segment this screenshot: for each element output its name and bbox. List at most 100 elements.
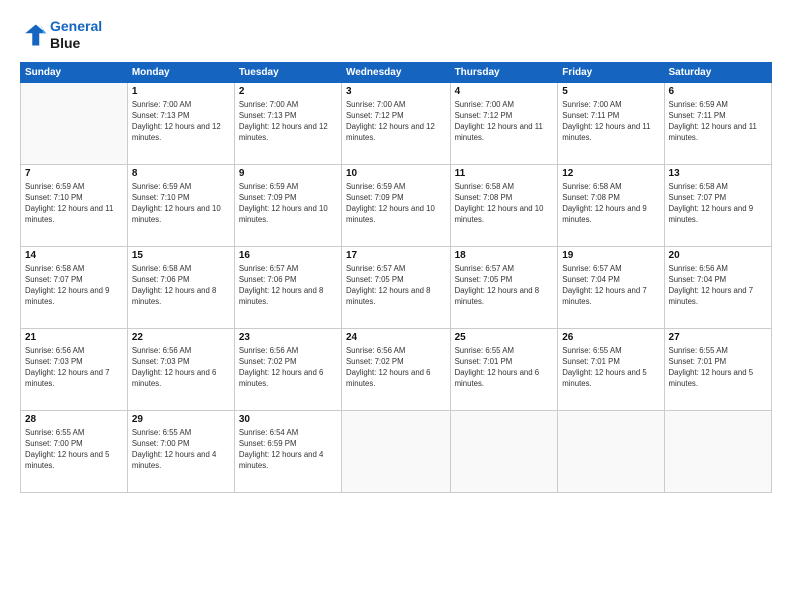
calendar-cell: 14 Sunrise: 6:58 AMSunset: 7:07 PMDayligh… bbox=[21, 246, 128, 328]
day-info: Sunrise: 6:58 AMSunset: 7:06 PMDaylight:… bbox=[132, 263, 230, 308]
day-number: 19 bbox=[562, 250, 659, 261]
day-info: Sunrise: 6:55 AMSunset: 7:01 PMDaylight:… bbox=[562, 345, 659, 390]
day-info: Sunrise: 6:58 AMSunset: 7:08 PMDaylight:… bbox=[562, 181, 659, 226]
day-number: 30 bbox=[239, 414, 337, 425]
day-info: Sunrise: 6:56 AMSunset: 7:03 PMDaylight:… bbox=[132, 345, 230, 390]
day-number: 2 bbox=[239, 86, 337, 97]
day-number: 18 bbox=[455, 250, 554, 261]
calendar-cell bbox=[558, 410, 664, 492]
logo: General Blue bbox=[20, 18, 102, 52]
day-number: 3 bbox=[346, 86, 446, 97]
day-number: 25 bbox=[455, 332, 554, 343]
day-info: Sunrise: 6:55 AMSunset: 7:01 PMDaylight:… bbox=[669, 345, 767, 390]
day-info: Sunrise: 7:00 AMSunset: 7:11 PMDaylight:… bbox=[562, 99, 659, 144]
day-info: Sunrise: 7:00 AMSunset: 7:12 PMDaylight:… bbox=[346, 99, 446, 144]
calendar-cell: 6Sunrise: 6:59 AMSunset: 7:11 PMDaylight… bbox=[664, 82, 771, 164]
page: General Blue SundayMondayTuesdayWednesda… bbox=[0, 0, 792, 612]
day-info: Sunrise: 6:59 AMSunset: 7:09 PMDaylight:… bbox=[239, 181, 337, 226]
day-number: 4 bbox=[455, 86, 554, 97]
day-info: Sunrise: 6:57 AMSunset: 7:06 PMDaylight:… bbox=[239, 263, 337, 308]
calendar-cell: 1 Sunrise: 7:00 AMSunset: 7:13 PMDaylight… bbox=[127, 82, 234, 164]
day-number: 13 bbox=[669, 168, 767, 179]
calendar-week-row: 28 Sunrise: 6:55 AMSunset: 7:00 PMDayligh… bbox=[21, 410, 772, 492]
calendar-cell: 27 Sunrise: 6:55 AMSunset: 7:01 PMDayligh… bbox=[664, 328, 771, 410]
calendar-cell: 9 Sunrise: 6:59 AMSunset: 7:09 PMDaylight… bbox=[234, 164, 341, 246]
logo-line1: General bbox=[50, 18, 102, 35]
day-number: 9 bbox=[239, 168, 337, 179]
weekday-header: Wednesday bbox=[341, 62, 450, 82]
calendar-cell: 5 Sunrise: 7:00 AMSunset: 7:11 PMDaylight… bbox=[558, 82, 664, 164]
calendar-cell: 16 Sunrise: 6:57 AMSunset: 7:06 PMDayligh… bbox=[234, 246, 341, 328]
day-number: 1 bbox=[132, 86, 230, 97]
day-info: Sunrise: 6:56 AMSunset: 7:02 PMDaylight:… bbox=[346, 345, 446, 390]
logo-text: General Blue bbox=[50, 18, 102, 52]
day-number: 16 bbox=[239, 250, 337, 261]
calendar-cell bbox=[21, 82, 128, 164]
day-number: 15 bbox=[132, 250, 230, 261]
day-info: Sunrise: 6:59 AMSunset: 7:10 PMDaylight:… bbox=[25, 181, 123, 226]
day-info: Sunrise: 7:00 AMSunset: 7:13 PMDaylight:… bbox=[239, 99, 337, 144]
calendar-cell: 20 Sunrise: 6:56 AMSunset: 7:04 PMDayligh… bbox=[664, 246, 771, 328]
calendar-cell: 29 Sunrise: 6:55 AMSunset: 7:00 PMDayligh… bbox=[127, 410, 234, 492]
day-info: Sunrise: 6:59 AMSunset: 7:11 PMDaylight:… bbox=[669, 99, 767, 144]
calendar-week-row: 14 Sunrise: 6:58 AMSunset: 7:07 PMDayligh… bbox=[21, 246, 772, 328]
weekday-header: Saturday bbox=[664, 62, 771, 82]
day-number: 10 bbox=[346, 168, 446, 179]
calendar-cell: 13Sunrise: 6:58 AMSunset: 7:07 PMDayligh… bbox=[664, 164, 771, 246]
day-number: 28 bbox=[25, 414, 123, 425]
calendar-week-row: 7 Sunrise: 6:59 AMSunset: 7:10 PMDaylight… bbox=[21, 164, 772, 246]
day-number: 8 bbox=[132, 168, 230, 179]
day-number: 29 bbox=[132, 414, 230, 425]
calendar-cell bbox=[450, 410, 558, 492]
calendar-cell: 23 Sunrise: 6:56 AMSunset: 7:02 PMDayligh… bbox=[234, 328, 341, 410]
day-number: 11 bbox=[455, 168, 554, 179]
day-info: Sunrise: 6:57 AMSunset: 7:05 PMDaylight:… bbox=[455, 263, 554, 308]
day-info: Sunrise: 7:00 AMSunset: 7:13 PMDaylight:… bbox=[132, 99, 230, 144]
day-number: 22 bbox=[132, 332, 230, 343]
logo-line2: Blue bbox=[50, 35, 102, 52]
day-info: Sunrise: 7:00 AMSunset: 7:12 PMDaylight:… bbox=[455, 99, 554, 144]
calendar-cell: 21 Sunrise: 6:56 AMSunset: 7:03 PMDayligh… bbox=[21, 328, 128, 410]
day-info: Sunrise: 6:56 AMSunset: 7:02 PMDaylight:… bbox=[239, 345, 337, 390]
day-info: Sunrise: 6:59 AMSunset: 7:10 PMDaylight:… bbox=[132, 181, 230, 226]
calendar-cell: 18 Sunrise: 6:57 AMSunset: 7:05 PMDayligh… bbox=[450, 246, 558, 328]
day-number: 21 bbox=[25, 332, 123, 343]
calendar-cell: 25 Sunrise: 6:55 AMSunset: 7:01 PMDayligh… bbox=[450, 328, 558, 410]
day-info: Sunrise: 6:56 AMSunset: 7:03 PMDaylight:… bbox=[25, 345, 123, 390]
weekday-header: Tuesday bbox=[234, 62, 341, 82]
header: General Blue bbox=[20, 18, 772, 52]
day-info: Sunrise: 6:57 AMSunset: 7:05 PMDaylight:… bbox=[346, 263, 446, 308]
day-info: Sunrise: 6:55 AMSunset: 7:00 PMDaylight:… bbox=[25, 427, 123, 472]
day-info: Sunrise: 6:58 AMSunset: 7:07 PMDaylight:… bbox=[25, 263, 123, 308]
calendar-cell: 11Sunrise: 6:58 AMSunset: 7:08 PMDayligh… bbox=[450, 164, 558, 246]
calendar-cell: 12 Sunrise: 6:58 AMSunset: 7:08 PMDayligh… bbox=[558, 164, 664, 246]
day-number: 12 bbox=[562, 168, 659, 179]
calendar-cell: 4 Sunrise: 7:00 AMSunset: 7:12 PMDaylight… bbox=[450, 82, 558, 164]
calendar-cell: 8 Sunrise: 6:59 AMSunset: 7:10 PMDaylight… bbox=[127, 164, 234, 246]
day-info: Sunrise: 6:56 AMSunset: 7:04 PMDaylight:… bbox=[669, 263, 767, 308]
day-number: 23 bbox=[239, 332, 337, 343]
day-info: Sunrise: 6:57 AMSunset: 7:04 PMDaylight:… bbox=[562, 263, 659, 308]
calendar-week-row: 1 Sunrise: 7:00 AMSunset: 7:13 PMDaylight… bbox=[21, 82, 772, 164]
day-number: 27 bbox=[669, 332, 767, 343]
day-info: Sunrise: 6:55 AMSunset: 7:01 PMDaylight:… bbox=[455, 345, 554, 390]
logo-icon bbox=[20, 21, 48, 49]
day-number: 20 bbox=[669, 250, 767, 261]
calendar-cell bbox=[341, 410, 450, 492]
day-info: Sunrise: 6:55 AMSunset: 7:00 PMDaylight:… bbox=[132, 427, 230, 472]
calendar-cell: 22 Sunrise: 6:56 AMSunset: 7:03 PMDayligh… bbox=[127, 328, 234, 410]
calendar-header-row: SundayMondayTuesdayWednesdayThursdayFrid… bbox=[21, 62, 772, 82]
day-number: 7 bbox=[25, 168, 123, 179]
calendar-cell: 24 Sunrise: 6:56 AMSunset: 7:02 PMDayligh… bbox=[341, 328, 450, 410]
calendar-cell: 19 Sunrise: 6:57 AMSunset: 7:04 PMDayligh… bbox=[558, 246, 664, 328]
calendar-cell: 28 Sunrise: 6:55 AMSunset: 7:00 PMDayligh… bbox=[21, 410, 128, 492]
calendar-cell: 2 Sunrise: 7:00 AMSunset: 7:13 PMDaylight… bbox=[234, 82, 341, 164]
calendar-cell: 26Sunrise: 6:55 AMSunset: 7:01 PMDayligh… bbox=[558, 328, 664, 410]
calendar: SundayMondayTuesdayWednesdayThursdayFrid… bbox=[20, 62, 772, 493]
day-number: 17 bbox=[346, 250, 446, 261]
calendar-cell: 10Sunrise: 6:59 AMSunset: 7:09 PMDayligh… bbox=[341, 164, 450, 246]
day-number: 14 bbox=[25, 250, 123, 261]
day-number: 24 bbox=[346, 332, 446, 343]
weekday-header: Sunday bbox=[21, 62, 128, 82]
day-number: 5 bbox=[562, 86, 659, 97]
